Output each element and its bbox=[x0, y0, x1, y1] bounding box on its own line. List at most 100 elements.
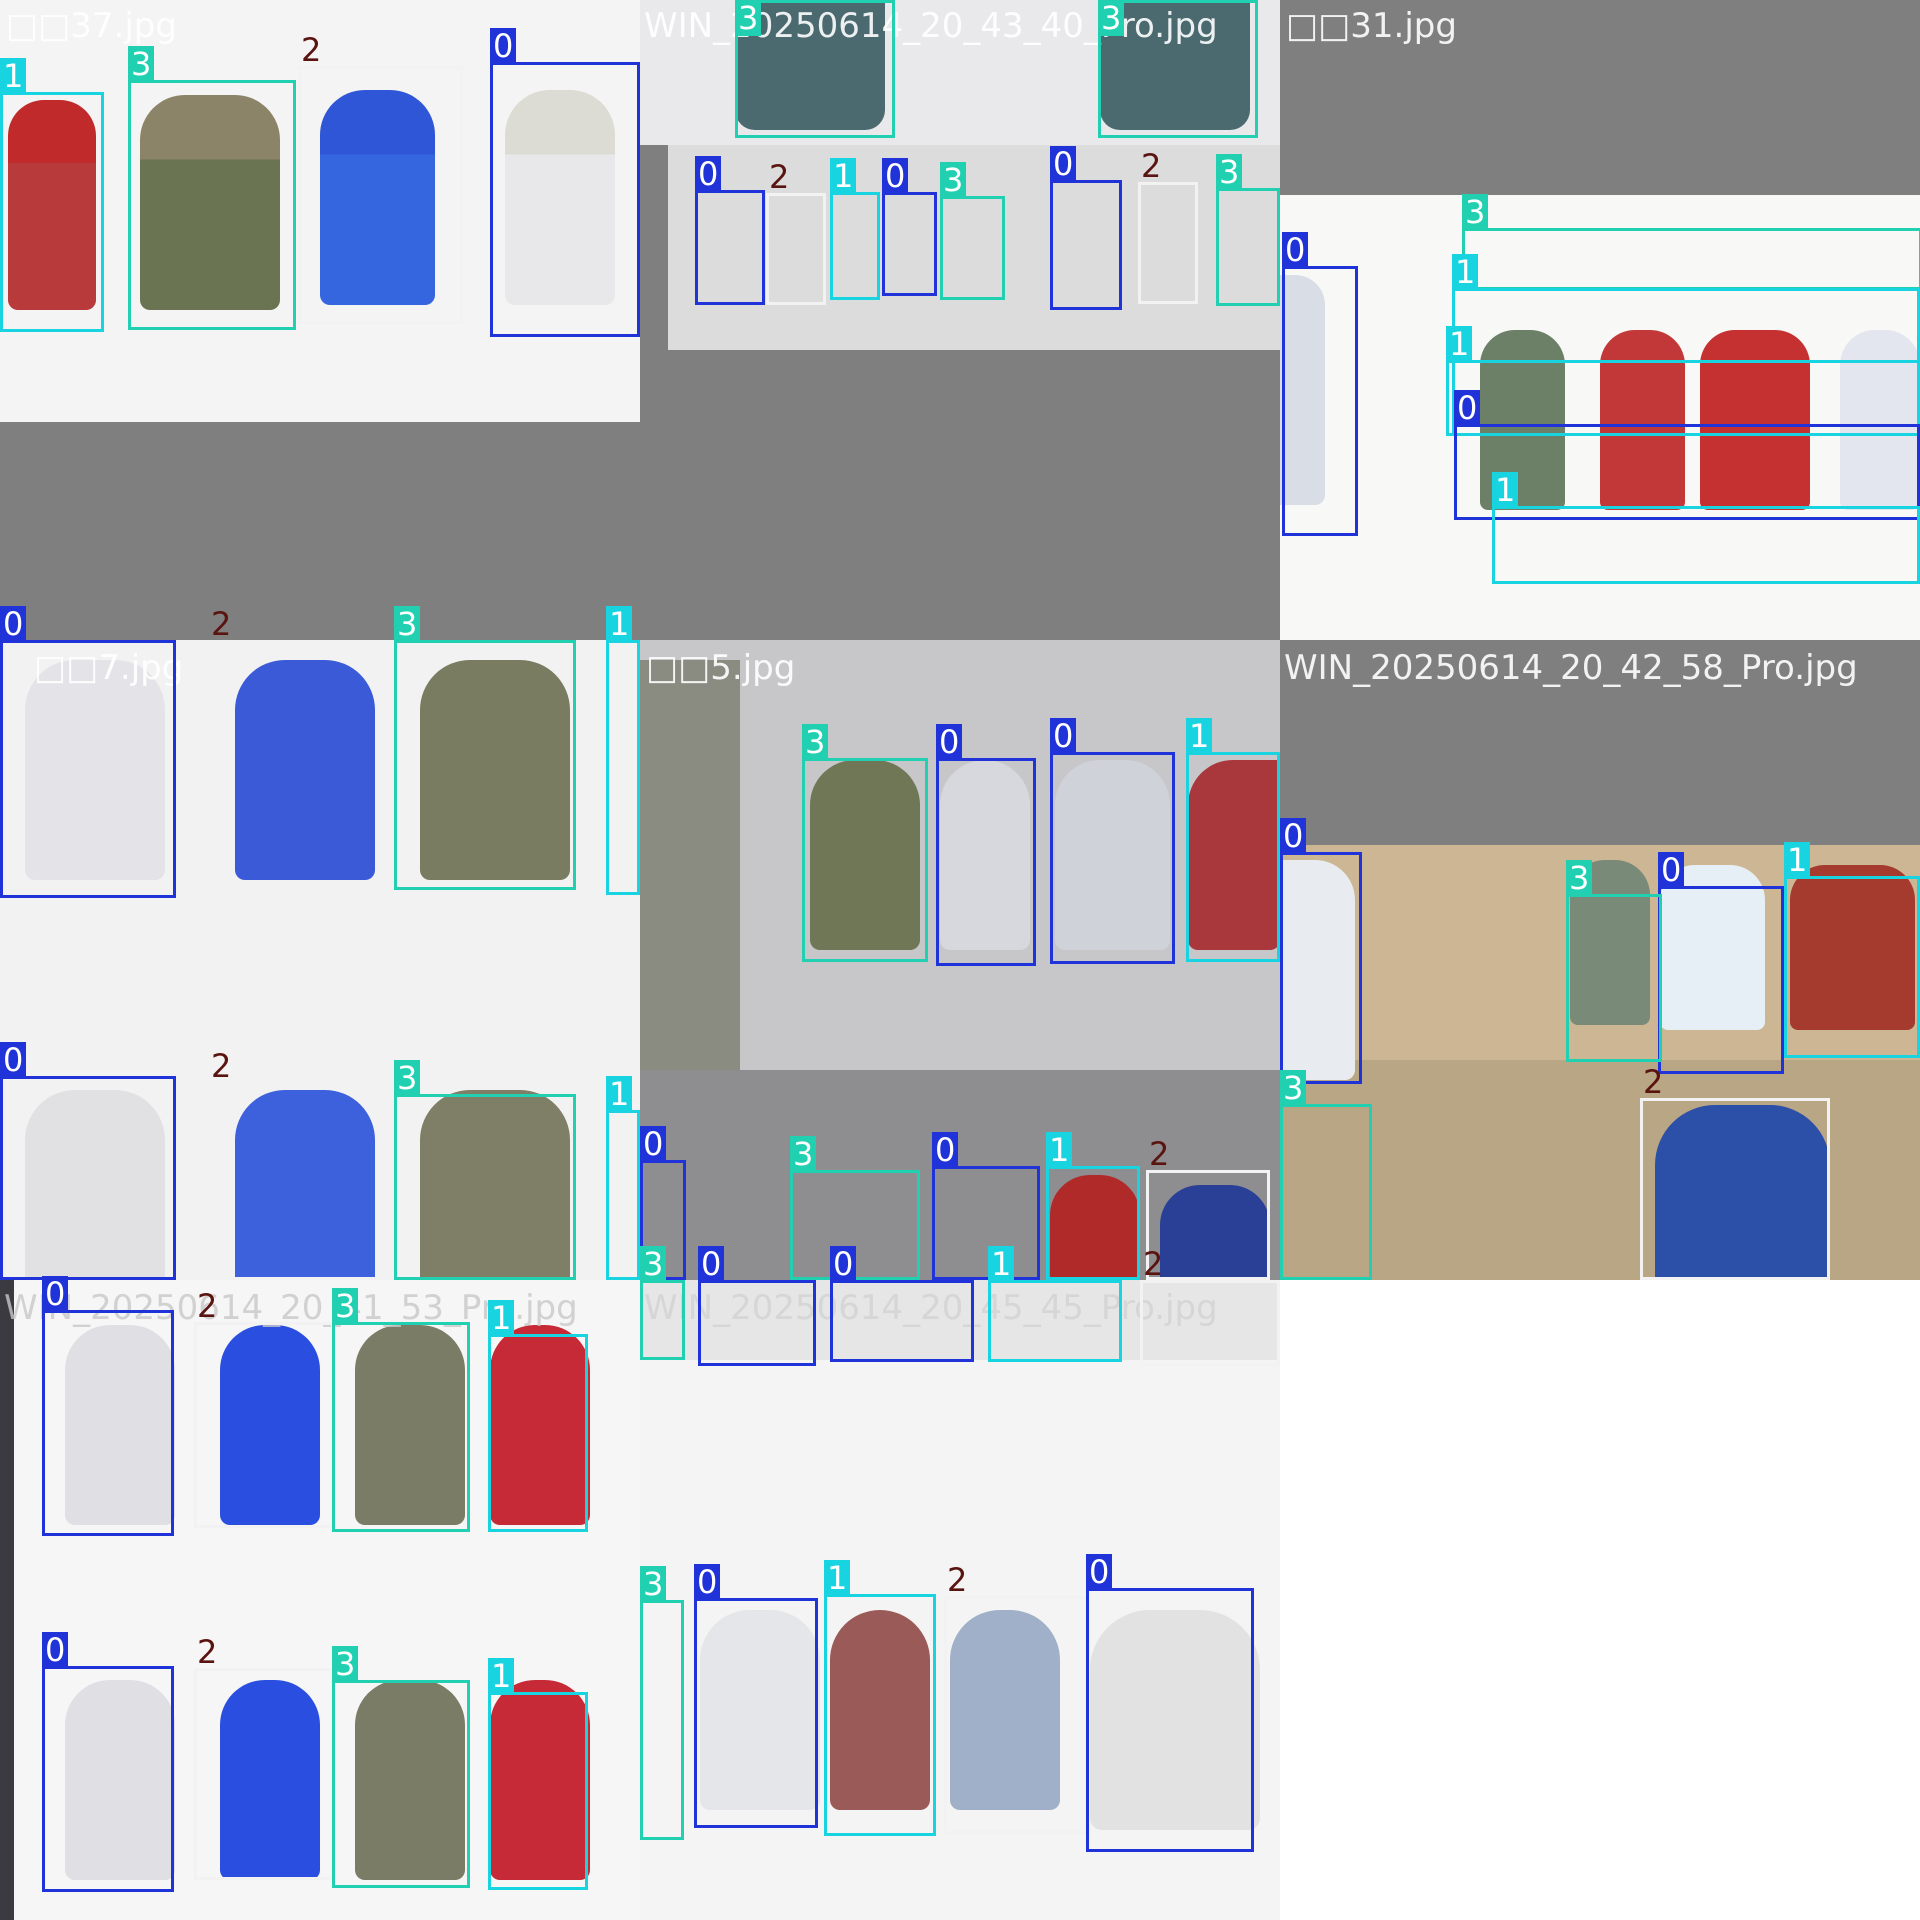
bounding-box-class-1 bbox=[606, 640, 640, 895]
class-label-tag: 1 bbox=[988, 1246, 1015, 1282]
bounding-box-class-0 bbox=[1050, 180, 1122, 310]
bounding-box-class-2 bbox=[1640, 1098, 1830, 1280]
class-label-tag: 2 bbox=[1141, 147, 1162, 185]
bounding-box-class-3 bbox=[940, 196, 1005, 300]
bounding-box-class-2 bbox=[766, 193, 826, 305]
class-label-tag: 2 bbox=[1149, 1135, 1170, 1173]
class-label-tag: 3 bbox=[1462, 194, 1489, 230]
bounding-box-class-0 bbox=[694, 1598, 818, 1828]
class-label-tag: 1 bbox=[1784, 842, 1811, 878]
bounding-box-class-0 bbox=[42, 1310, 174, 1536]
bounding-box-class-1 bbox=[988, 1280, 1122, 1362]
bounding-box-class-2 bbox=[944, 1596, 1090, 1834]
class-label-tag: 3 bbox=[1280, 1070, 1307, 1106]
class-label-tag: 1 bbox=[1186, 718, 1213, 754]
bounding-box-class-0 bbox=[1282, 266, 1358, 536]
bounding-box-class-2 bbox=[194, 1668, 334, 1880]
bounding-box-class-3 bbox=[332, 1322, 470, 1532]
bounding-box-class-1 bbox=[830, 192, 880, 300]
class-label-tag: 1 bbox=[1492, 472, 1519, 508]
bounding-box-class-0 bbox=[830, 1280, 974, 1362]
bounding-box-class-1 bbox=[824, 1594, 936, 1836]
bounding-box-class-0 bbox=[0, 1076, 176, 1280]
class-label-tag: 1 bbox=[488, 1658, 515, 1694]
bounding-box-class-1 bbox=[1784, 876, 1920, 1058]
detection-boxes: 1320330210302331100102310231300103012300… bbox=[0, 0, 1920, 1920]
detection-mosaic: □□37.jpg WIN_20250614_20_43_40_Pro.jpg □… bbox=[0, 0, 1920, 1920]
class-label-tag: 2 bbox=[211, 1047, 232, 1085]
class-label-tag: 0 bbox=[1454, 390, 1481, 426]
class-label-tag: 1 bbox=[0, 58, 27, 94]
class-label-tag: 0 bbox=[0, 606, 27, 642]
class-label-tag: 2 bbox=[769, 158, 790, 196]
class-label-tag: 1 bbox=[830, 158, 857, 194]
bounding-box-class-1 bbox=[1046, 1166, 1140, 1280]
class-label-tag: 3 bbox=[790, 1136, 817, 1172]
bounding-box-class-0 bbox=[1280, 852, 1362, 1084]
bounding-box-class-0 bbox=[1086, 1588, 1254, 1852]
bounding-box-class-3 bbox=[1216, 188, 1280, 306]
bounding-box-class-0 bbox=[695, 190, 765, 305]
bounding-box-class-3 bbox=[394, 640, 576, 890]
class-label-tag: 3 bbox=[940, 162, 967, 198]
class-label-tag: 3 bbox=[735, 0, 762, 36]
class-label-tag: 0 bbox=[640, 1126, 667, 1162]
class-label-tag: 0 bbox=[694, 1564, 721, 1600]
class-label-tag: 1 bbox=[606, 1076, 633, 1112]
bounding-box-class-3 bbox=[394, 1094, 576, 1280]
class-label-tag: 0 bbox=[1086, 1554, 1113, 1590]
class-label-tag: 1 bbox=[1452, 254, 1479, 290]
bounding-box-class-1 bbox=[606, 1110, 640, 1280]
bounding-box-class-0 bbox=[698, 1280, 816, 1366]
class-label-tag: 0 bbox=[830, 1246, 857, 1282]
class-label-tag: 0 bbox=[0, 1042, 27, 1078]
class-label-tag: 2 bbox=[1643, 1063, 1664, 1101]
bounding-box-class-3 bbox=[802, 758, 928, 962]
bounding-box-class-3 bbox=[640, 1600, 684, 1840]
class-label-tag: 3 bbox=[640, 1246, 667, 1282]
class-label-tag: 1 bbox=[1446, 326, 1473, 362]
bounding-box-class-0 bbox=[1050, 752, 1175, 964]
bounding-box-class-1 bbox=[488, 1334, 588, 1532]
class-label-tag: 2 bbox=[211, 605, 232, 643]
bounding-box-class-0 bbox=[1658, 886, 1784, 1074]
class-label-tag: 0 bbox=[1282, 232, 1309, 268]
bounding-box-class-2 bbox=[1140, 1280, 1280, 1366]
bounding-box-class-3 bbox=[1280, 1104, 1372, 1280]
class-label-tag: 3 bbox=[332, 1646, 359, 1682]
bounding-box-class-0 bbox=[932, 1166, 1040, 1280]
bounding-box-class-1 bbox=[488, 1692, 588, 1890]
class-label-tag: 3 bbox=[394, 606, 421, 642]
bounding-box-class-2 bbox=[1138, 182, 1198, 304]
class-label-tag: 2 bbox=[197, 1287, 218, 1325]
class-label-tag: 0 bbox=[695, 156, 722, 192]
class-label-tag: 0 bbox=[882, 158, 909, 194]
bounding-box-class-3 bbox=[128, 80, 296, 330]
class-label-tag: 0 bbox=[42, 1632, 69, 1668]
bounding-box-class-2 bbox=[208, 640, 388, 885]
bounding-box-class-2 bbox=[298, 66, 463, 324]
class-label-tag: 2 bbox=[1143, 1245, 1164, 1283]
class-label-tag: 0 bbox=[1658, 852, 1685, 888]
class-label-tag: 1 bbox=[606, 606, 633, 642]
class-label-tag: 0 bbox=[1050, 146, 1077, 182]
bounding-box-class-0 bbox=[936, 758, 1036, 966]
class-label-tag: 1 bbox=[1046, 1132, 1073, 1168]
class-label-tag: 0 bbox=[1050, 718, 1077, 754]
class-label-tag: 0 bbox=[936, 724, 963, 760]
class-label-tag: 2 bbox=[197, 1633, 218, 1671]
class-label-tag: 0 bbox=[698, 1246, 725, 1282]
class-label-tag: 3 bbox=[332, 1288, 359, 1324]
class-label-tag: 2 bbox=[301, 31, 322, 69]
class-label-tag: 1 bbox=[824, 1560, 851, 1596]
class-label-tag: 3 bbox=[128, 46, 155, 82]
bounding-box-class-3 bbox=[640, 1280, 685, 1360]
bounding-box-class-0 bbox=[42, 1666, 174, 1892]
class-label-tag: 3 bbox=[640, 1566, 667, 1602]
class-label-tag: 3 bbox=[1098, 0, 1125, 36]
class-label-tag: 0 bbox=[490, 28, 517, 64]
class-label-tag: 3 bbox=[802, 724, 829, 760]
class-label-tag: 1 bbox=[488, 1300, 515, 1336]
class-label-tag: 0 bbox=[42, 1276, 69, 1312]
bounding-box-class-1 bbox=[1186, 752, 1280, 962]
